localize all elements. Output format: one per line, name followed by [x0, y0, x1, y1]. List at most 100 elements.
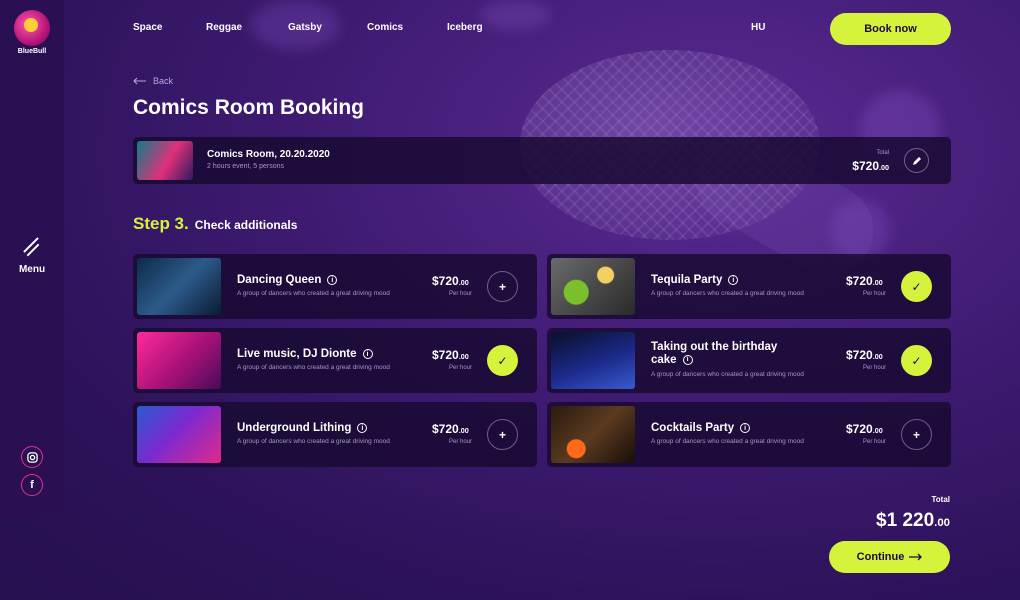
price-main: $720	[846, 274, 873, 288]
add-button[interactable]: +	[487, 271, 518, 302]
additional-title: Cocktails Party i	[651, 422, 751, 434]
info-icon[interactable]: i	[740, 423, 751, 433]
instagram-icon[interactable]	[21, 446, 43, 468]
brand-name: BlueBull	[17, 48, 47, 55]
sidebar: BlueBull Menu f	[0, 0, 64, 518]
cocktail-thumbnail	[551, 406, 635, 463]
price-unit: Per hour	[863, 365, 887, 371]
info-icon[interactable]: i	[682, 355, 693, 365]
step-label: Check additionals	[194, 218, 298, 232]
page-title: Comics Room Booking	[133, 96, 365, 119]
additional-description: A group of dancers who created a great d…	[237, 364, 390, 371]
additional-card: Dancing Queen i A group of dancers who c…	[133, 254, 537, 319]
room-thumbnail	[137, 141, 193, 180]
menu-button[interactable]: Menu	[19, 236, 45, 275]
additional-price: $720.00	[432, 348, 469, 362]
price-unit: Per hour	[863, 291, 887, 297]
price-unit: Per hour	[863, 439, 887, 445]
book-now-button[interactable]: Book now	[830, 13, 951, 45]
plus-icon: +	[498, 427, 506, 442]
additional-description: A group of dancers who created a great d…	[651, 290, 804, 297]
grand-total-label: Total	[931, 495, 950, 504]
summary-total-main: $720	[852, 159, 879, 173]
grand-total-cents: .00	[934, 517, 950, 529]
additional-title: Live music, DJ Dionte i	[237, 348, 373, 360]
nav-gatsby[interactable]: Gatsby	[288, 22, 322, 33]
additional-name: Underground Lithing	[237, 422, 352, 434]
nav-comics[interactable]: Comics	[367, 22, 403, 33]
additional-title: Underground Lithing i	[237, 422, 368, 434]
edit-button[interactable]	[904, 148, 929, 173]
add-button[interactable]: +	[487, 419, 518, 450]
additional-price: $720.00	[846, 274, 883, 288]
price-cents: .00	[458, 426, 469, 435]
plus-icon: +	[912, 427, 920, 442]
info-icon[interactable]: i	[362, 349, 373, 359]
additional-title: Dancing Queen i	[237, 274, 338, 286]
birthday-thumbnail	[551, 332, 635, 389]
summary-total-label: Total	[876, 150, 889, 156]
price-main: $720	[432, 422, 459, 436]
additional-description: A group of dancers who created a great d…	[237, 438, 390, 445]
tequila-thumbnail	[551, 258, 635, 315]
price-unit: Per hour	[449, 291, 473, 297]
summary-subtitle: 2 hours event, 5 persons	[207, 163, 285, 170]
grand-total-main: $1 220	[876, 510, 935, 531]
additional-description: A group of dancers who created a great d…	[651, 371, 804, 378]
additional-price: $720.00	[432, 274, 469, 288]
dancer-thumbnail	[137, 258, 221, 315]
additional-card: Live music, DJ Dionte i A group of dance…	[133, 328, 537, 393]
additional-price: $720.00	[846, 348, 883, 362]
additional-description: A group of dancers who created a great d…	[237, 290, 390, 297]
menu-label: Menu	[18, 264, 46, 275]
nav-space[interactable]: Space	[133, 22, 162, 33]
add-button[interactable]: +	[901, 419, 932, 450]
facebook-icon[interactable]: f	[21, 474, 43, 496]
language-switch[interactable]: HU	[751, 22, 765, 33]
selected-toggle-button[interactable]: ✓	[901, 345, 932, 376]
checkmark-icon: ✓	[497, 353, 508, 368]
summary-total-cents: .00	[879, 163, 889, 172]
nav-iceberg[interactable]: Iceberg	[447, 22, 483, 33]
selected-toggle-button[interactable]: ✓	[487, 345, 518, 376]
price-main: $720	[432, 274, 459, 288]
arrow-right-icon	[909, 553, 923, 561]
back-link[interactable]: Back	[133, 76, 173, 86]
additional-card: Tequila Party i A group of dancers who c…	[547, 254, 951, 319]
additional-name-continued: cake	[651, 354, 677, 366]
additional-name: Taking out the birthday	[651, 341, 778, 353]
additional-card: Taking out the birthday cake i A group of…	[547, 328, 951, 393]
price-unit: Per hour	[449, 439, 473, 445]
info-icon[interactable]: i	[357, 423, 368, 433]
selected-toggle-button[interactable]: ✓	[901, 271, 932, 302]
info-icon[interactable]: i	[728, 275, 739, 285]
dj-thumbnail	[137, 332, 221, 389]
price-main: $720	[846, 422, 873, 436]
price-unit: Per hour	[449, 365, 473, 371]
price-cents: .00	[458, 278, 469, 287]
lighting-thumbnail	[137, 406, 221, 463]
price-cents: .00	[872, 352, 883, 361]
additional-title: Tequila Party i	[651, 274, 739, 286]
additional-price: $720.00	[432, 422, 469, 436]
price-main: $720	[846, 348, 873, 362]
summary-title: Comics Room, 20.20.2020	[207, 149, 330, 160]
additional-name: Dancing Queen	[237, 274, 322, 286]
additional-description: A group of dancers who created a great d…	[651, 438, 804, 445]
info-icon[interactable]: i	[327, 275, 338, 285]
additional-card: Cocktails Party i A group of dancers who…	[547, 402, 951, 467]
booking-summary: Comics Room, 20.20.2020 2 hours event, 5…	[133, 137, 951, 184]
price-cents: .00	[872, 278, 883, 287]
brand-logo[interactable]	[14, 10, 50, 46]
price-cents: .00	[458, 352, 469, 361]
nav-reggae[interactable]: Reggae	[206, 22, 242, 33]
additional-title: Taking out the birthday cake i	[651, 341, 777, 366]
menu-icon	[21, 236, 43, 258]
price-main: $720	[432, 348, 459, 362]
continue-button[interactable]: Continue	[829, 541, 950, 573]
additional-card: Underground Lithing i A group of dancers…	[133, 402, 537, 467]
step-heading: Step 3. Check additionals	[133, 214, 297, 234]
arrow-left-icon	[133, 77, 146, 85]
price-cents: .00	[872, 426, 883, 435]
additional-name: Tequila Party	[651, 274, 723, 286]
